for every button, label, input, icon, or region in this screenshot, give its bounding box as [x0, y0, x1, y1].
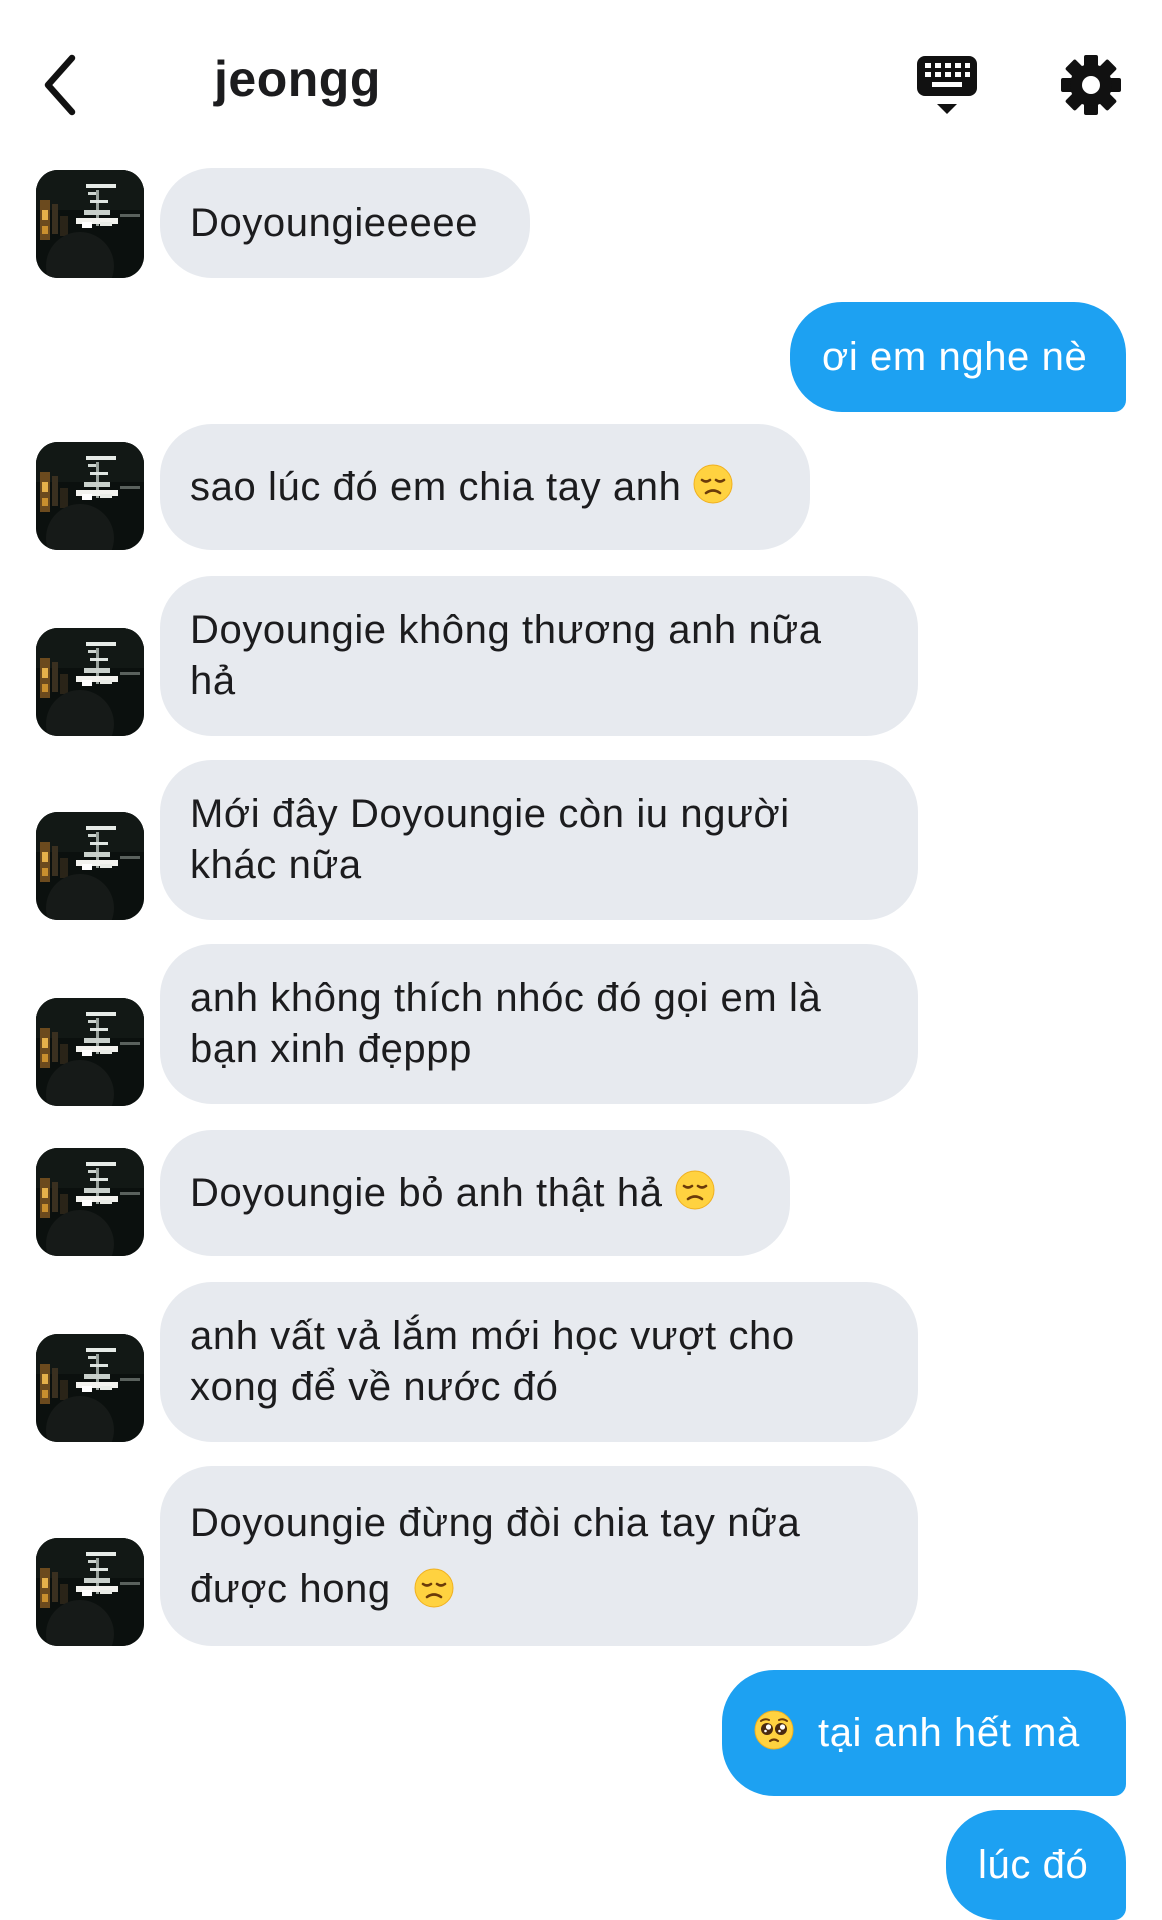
avatar[interactable]	[36, 1538, 144, 1646]
message-text: Doyoungieeeee	[190, 200, 479, 245]
message-bubble-incoming[interactable]: Doyoungie bỏ anh thật hả	[160, 1130, 790, 1256]
message-text: tại anh hết mà	[818, 1710, 1080, 1755]
message-bubble-outgoing[interactable]: tại anh hết mà	[722, 1670, 1126, 1796]
message-bubble-incoming[interactable]: anh không thích nhóc đó gọi em là bạn xi…	[160, 944, 918, 1104]
message-bubble-incoming[interactable]: Doyoungie không thương anh nữa hả	[160, 576, 918, 736]
message-row-outgoing: lúc đó	[0, 1810, 1162, 1920]
disappointed-face-emoji	[414, 1568, 454, 1608]
message-row-incoming: sao lúc đó em chia tay anh	[0, 424, 1162, 550]
disappointed-face-emoji	[675, 1170, 715, 1210]
message-bubble-incoming[interactable]: Doyoungie đừng đòi chia tay nữa được hon…	[160, 1466, 918, 1646]
message-text-line: xong để về nước đó	[190, 1365, 559, 1409]
avatar[interactable]	[36, 170, 144, 278]
message-text: ơi em nghe nè	[822, 334, 1088, 379]
back-arrow-icon[interactable]	[38, 50, 98, 120]
message-row-incoming: Doyoungie đừng đòi chia tay nữa được hon…	[0, 1466, 1162, 1646]
message-text-line: bạn xinh đẹppp	[190, 1027, 472, 1071]
avatar[interactable]	[36, 442, 144, 550]
message-row-incoming: anh không thích nhóc đó gọi em là bạn xi…	[0, 944, 1162, 1106]
message-text-line: Doyoungie không thương anh nữa	[190, 608, 822, 652]
message-text-line: anh không thích nhóc đó gọi em là	[190, 976, 822, 1020]
message-bubble-incoming[interactable]: anh vất vả lắm mới học vượt cho xong để …	[160, 1282, 918, 1442]
message-row-incoming: Doyoungie bỏ anh thật hả	[0, 1130, 1162, 1256]
message-text: được hong	[190, 1567, 391, 1611]
avatar[interactable]	[36, 628, 144, 736]
message-text: sao lúc đó em chia tay anh	[190, 464, 682, 509]
message-row-incoming: anh vất vả lắm mới học vượt cho xong để …	[0, 1282, 1162, 1442]
gear-icon[interactable]	[1058, 52, 1124, 118]
disappointed-face-emoji	[693, 464, 733, 504]
pleading-face-emoji	[754, 1710, 794, 1750]
message-text: Doyoungie bỏ anh thật hả	[190, 1170, 663, 1215]
message-row-outgoing: ơi em nghe nè	[0, 302, 1162, 412]
message-row-outgoing: tại anh hết mà	[0, 1670, 1162, 1796]
message-bubble-incoming[interactable]: Mới đây Doyoungie còn iu người khác nữa	[160, 760, 918, 920]
message-text-line: Mới đây Doyoungie còn iu người	[190, 792, 790, 836]
message-bubble-outgoing[interactable]: lúc đó	[946, 1810, 1126, 1920]
message-row-incoming: Mới đây Doyoungie còn iu người khác nữa	[0, 760, 1162, 920]
message-bubble-incoming[interactable]: Doyoungieeeee	[160, 168, 530, 278]
message-bubble-incoming[interactable]: sao lúc đó em chia tay anh	[160, 424, 810, 550]
message-text-line: khác nữa	[190, 843, 362, 887]
message-text: lúc đó	[978, 1842, 1089, 1887]
chat-title[interactable]: jeongg	[214, 50, 381, 108]
message-text-line: Doyoungie đừng đòi chia tay nữa	[190, 1501, 801, 1545]
message-row-incoming: Doyoungie không thương anh nữa hả	[0, 576, 1162, 736]
keyboard-icon[interactable]	[912, 52, 982, 120]
message-text-line: được hong	[190, 1556, 454, 1622]
avatar[interactable]	[36, 812, 144, 920]
message-text-line: hả	[190, 659, 236, 703]
message-row-incoming: Doyoungieeeee	[0, 168, 1162, 278]
avatar[interactable]	[36, 998, 144, 1106]
avatar[interactable]	[36, 1334, 144, 1442]
message-bubble-outgoing[interactable]: ơi em nghe nè	[790, 302, 1126, 412]
avatar[interactable]	[36, 1148, 144, 1256]
chat-header: jeongg	[0, 0, 1162, 160]
message-text-line: anh vất vả lắm mới học vượt cho	[190, 1314, 795, 1358]
